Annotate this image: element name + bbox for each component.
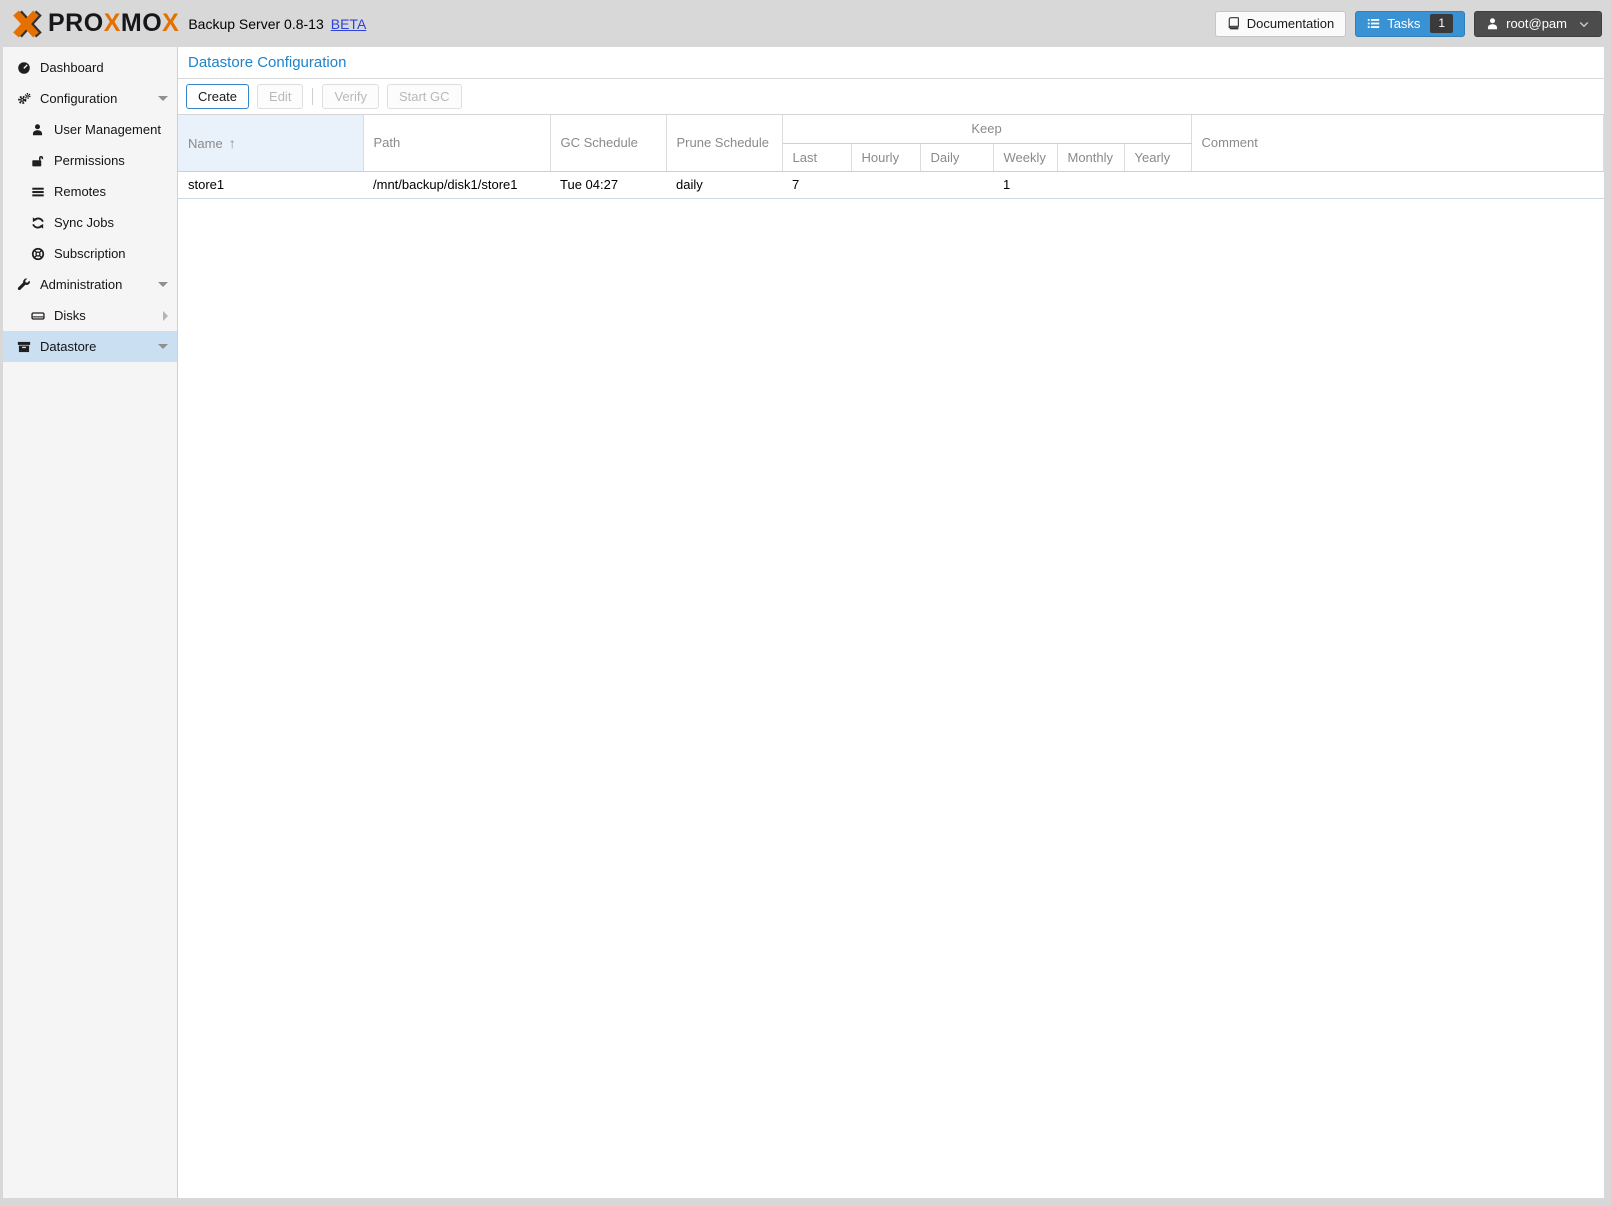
- cell-keep-yearly: [1124, 171, 1191, 198]
- cell-keep-monthly: [1057, 171, 1124, 198]
- column-group-keep: Keep: [782, 115, 1191, 143]
- sidebar-item-administration[interactable]: Administration: [3, 269, 177, 300]
- cell-keep-daily: [920, 171, 993, 198]
- chevron-down-icon: [158, 96, 168, 101]
- column-header-name[interactable]: Name↑: [178, 115, 363, 171]
- chevron-down-icon: [158, 282, 168, 287]
- sidebar-item-disks[interactable]: Disks: [3, 300, 177, 331]
- user-icon: [29, 123, 46, 136]
- book-icon: [1227, 17, 1240, 30]
- sync-icon: [29, 216, 46, 230]
- chevron-right-icon: [163, 311, 168, 321]
- sidebar-item-remotes[interactable]: Remotes: [3, 176, 177, 207]
- sidebar-item-label: Dashboard: [40, 60, 168, 75]
- start-gc-button: Start GC: [387, 84, 462, 109]
- table-row-store1[interactable]: store1 /mnt/backup/disk1/store1 Tue 04:2…: [178, 171, 1604, 198]
- column-header-keep-hourly[interactable]: Hourly: [851, 143, 920, 171]
- cell-path: /mnt/backup/disk1/store1: [363, 171, 550, 198]
- life-ring-icon: [29, 247, 46, 261]
- tasks-label: Tasks: [1387, 16, 1420, 31]
- chevron-down-icon: [158, 344, 168, 349]
- sidebar-item-label: Disks: [54, 308, 163, 323]
- user-menu-button[interactable]: root@pam: [1474, 11, 1602, 37]
- archive-icon: [15, 340, 32, 354]
- sidebar-item-configuration[interactable]: Configuration: [3, 83, 177, 114]
- cell-keep-last: 7: [782, 171, 851, 198]
- user-label: root@pam: [1506, 16, 1567, 31]
- proxmox-logo-text: PROXMOX: [48, 11, 179, 36]
- sidebar-item-label: Administration: [40, 277, 158, 292]
- user-avatar-icon: [1486, 17, 1499, 30]
- chevron-down-icon: [1578, 18, 1590, 30]
- sort-ascending-icon: ↑: [229, 135, 236, 151]
- column-header-keep-monthly[interactable]: Monthly: [1057, 143, 1124, 171]
- proxmox-x-logo-icon: [10, 10, 44, 38]
- workspace: Dashboard Configuration User: [3, 47, 1604, 1198]
- sidebar-item-label: Subscription: [54, 246, 168, 261]
- sidebar-item-label: User Management: [54, 122, 168, 137]
- sidebar-item-label: Remotes: [54, 184, 168, 199]
- column-header-keep-daily[interactable]: Daily: [920, 143, 993, 171]
- column-header-keep-yearly[interactable]: Yearly: [1124, 143, 1191, 171]
- page-title: Datastore Configuration: [178, 47, 1604, 79]
- edit-button: Edit: [257, 84, 303, 109]
- toolbar: Create Edit Verify Start GC: [178, 79, 1604, 115]
- sidebar-item-label: Configuration: [40, 91, 158, 106]
- cell-comment: [1191, 171, 1604, 198]
- app-title: Backup Server 0.8-13: [188, 16, 323, 32]
- column-header-gc-schedule[interactable]: GC Schedule: [550, 115, 666, 171]
- column-header-keep-last[interactable]: Last: [782, 143, 851, 171]
- unlock-icon: [29, 154, 46, 168]
- cell-gc-schedule: Tue 04:27: [550, 171, 666, 198]
- sidebar-item-sync-jobs[interactable]: Sync Jobs: [3, 207, 177, 238]
- main-panel: Datastore Configuration Create Edit Veri…: [178, 47, 1604, 1198]
- create-button[interactable]: Create: [186, 84, 249, 109]
- task-list-icon: [1367, 17, 1380, 30]
- gears-icon: [15, 92, 32, 106]
- cell-prune-schedule: daily: [666, 171, 782, 198]
- dashboard-icon: [15, 61, 32, 75]
- column-header-path[interactable]: Path: [363, 115, 550, 171]
- sidebar-item-user-management[interactable]: User Management: [3, 114, 177, 145]
- sidebar-item-dashboard[interactable]: Dashboard: [3, 52, 177, 83]
- verify-button: Verify: [322, 84, 379, 109]
- cell-name: store1: [178, 171, 363, 198]
- tasks-button[interactable]: Tasks 1: [1355, 11, 1465, 37]
- beta-link[interactable]: BETA: [331, 16, 367, 32]
- sidebar-item-label: Permissions: [54, 153, 168, 168]
- wrench-icon: [15, 278, 32, 292]
- sidebar-item-permissions[interactable]: Permissions: [3, 145, 177, 176]
- sidebar-item-datastore[interactable]: Datastore: [3, 331, 177, 362]
- hdd-icon: [29, 309, 46, 323]
- column-header-prune-schedule[interactable]: Prune Schedule: [666, 115, 782, 171]
- column-header-comment[interactable]: Comment: [1191, 115, 1604, 171]
- sidebar-item-label: Sync Jobs: [54, 215, 168, 230]
- proxmox-logo: PROXMOX: [10, 10, 179, 38]
- list-icon: [29, 185, 46, 199]
- cell-keep-hourly: [851, 171, 920, 198]
- top-header: PROXMOX Backup Server 0.8-13 BETA Docume…: [0, 0, 1611, 47]
- tasks-count-badge: 1: [1430, 14, 1453, 32]
- column-header-keep-weekly[interactable]: Weekly: [993, 143, 1057, 171]
- sidebar-item-subscription[interactable]: Subscription: [3, 238, 177, 269]
- datastore-table: Name↑ Path GC Schedule Prune Schedule Ke…: [178, 115, 1604, 199]
- documentation-button[interactable]: Documentation: [1215, 11, 1346, 37]
- sidebar: Dashboard Configuration User: [3, 47, 178, 1198]
- documentation-label: Documentation: [1247, 16, 1334, 31]
- toolbar-separator: [312, 88, 313, 105]
- sidebar-item-label: Datastore: [40, 339, 158, 354]
- cell-keep-weekly: 1: [993, 171, 1057, 198]
